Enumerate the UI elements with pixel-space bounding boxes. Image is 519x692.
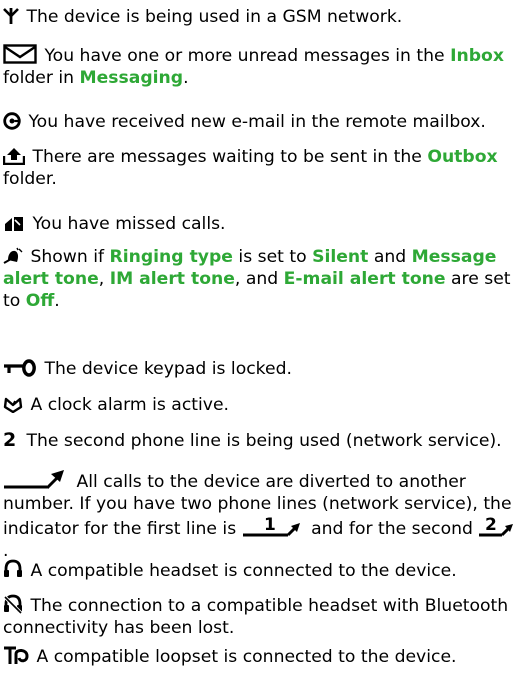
description-text: You have received new e-mail in the remo… — [28, 112, 486, 132]
indicator-entry: 2 The second phone line is being used (n… — [3, 429, 517, 452]
divert-line-2-icon: 2 — [478, 515, 514, 537]
indicator-entry: You have missed calls. — [3, 213, 517, 235]
description-text: folder in — [3, 68, 80, 88]
indicator-entry: A compatible loopset is connected to the… — [3, 645, 517, 668]
loopset-icon — [3, 645, 29, 665]
indicator-entry: You have received new e-mail in the remo… — [3, 111, 517, 133]
menu-reference: IM alert tone — [109, 269, 235, 289]
indicator-entry: Shown if Ringing type is set to Silent a… — [3, 246, 517, 312]
description-text: The device is being used in a GSM networ… — [26, 7, 403, 27]
description-text: The second phone line is being used (net… — [26, 431, 502, 451]
silent-bell-icon — [3, 247, 23, 265]
description-text: A compatible headset is connected to the… — [30, 561, 457, 581]
menu-reference: Silent — [312, 247, 369, 267]
line-two-icon: 2 — [3, 429, 19, 449]
description-text: A clock alarm is active. — [30, 395, 230, 415]
description-text: folder. — [3, 169, 57, 189]
signal-antenna-icon — [3, 7, 19, 25]
headset-icon — [3, 559, 23, 579]
indicator-entry: The device keypad is locked. — [3, 358, 517, 380]
at-sign-icon — [3, 112, 21, 130]
description-text: A compatible loopset is connected to the… — [36, 647, 457, 667]
description-text: The device keypad is locked. — [44, 359, 292, 379]
menu-reference: Messaging — [79, 68, 184, 88]
menu-reference: E-mail alert tone — [283, 269, 446, 289]
divert-line-1-icon: 1 — [242, 515, 304, 537]
headset-lost-icon — [3, 594, 23, 614]
indicator-entry: All calls to the device are diverted to … — [3, 468, 517, 562]
description-text: There are messages waiting to be sent in… — [32, 147, 428, 167]
missed-call-icon — [3, 214, 25, 232]
description-text: is set to — [232, 247, 313, 267]
description-text: . — [54, 291, 60, 311]
indicator-entry: The connection to a compatible headset w… — [3, 594, 517, 639]
description-text: , — [98, 269, 110, 289]
menu-reference: Outbox — [427, 147, 498, 167]
menu-reference: Inbox — [450, 46, 504, 66]
envelope-icon — [3, 44, 37, 64]
indicator-entry: A clock alarm is active. — [3, 394, 517, 416]
description-text: Shown if — [30, 247, 110, 267]
svg-text:1: 1 — [264, 515, 276, 535]
outbox-upload-icon — [3, 147, 25, 165]
description-text: . — [3, 541, 9, 561]
description-text: The connection to a compatible headset w… — [3, 596, 509, 638]
keypad-lock-key-icon — [3, 359, 37, 377]
menu-reference: Off — [25, 291, 55, 311]
description-text: and — [368, 247, 412, 267]
call-divert-icon — [3, 468, 69, 490]
description-text: and for the second — [305, 519, 479, 539]
menu-reference: Ringing type — [109, 247, 233, 267]
description-text: You have one or more unread messages in … — [44, 46, 451, 66]
indicator-list: The device is being used in a GSM networ… — [0, 0, 519, 692]
indicator-entry: You have one or more unread messages in … — [3, 44, 517, 89]
indicator-entry: There are messages waiting to be sent in… — [3, 146, 517, 190]
indicator-entry: The device is being used in a GSM networ… — [3, 6, 517, 28]
indicator-entry: A compatible headset is connected to the… — [3, 559, 517, 582]
svg-text:2: 2 — [3, 429, 16, 449]
alarm-clock-icon — [3, 395, 23, 413]
description-text: . — [183, 68, 189, 88]
description-text: , and — [234, 269, 284, 289]
description-text: You have missed calls. — [32, 214, 226, 234]
svg-text:2: 2 — [485, 515, 497, 535]
